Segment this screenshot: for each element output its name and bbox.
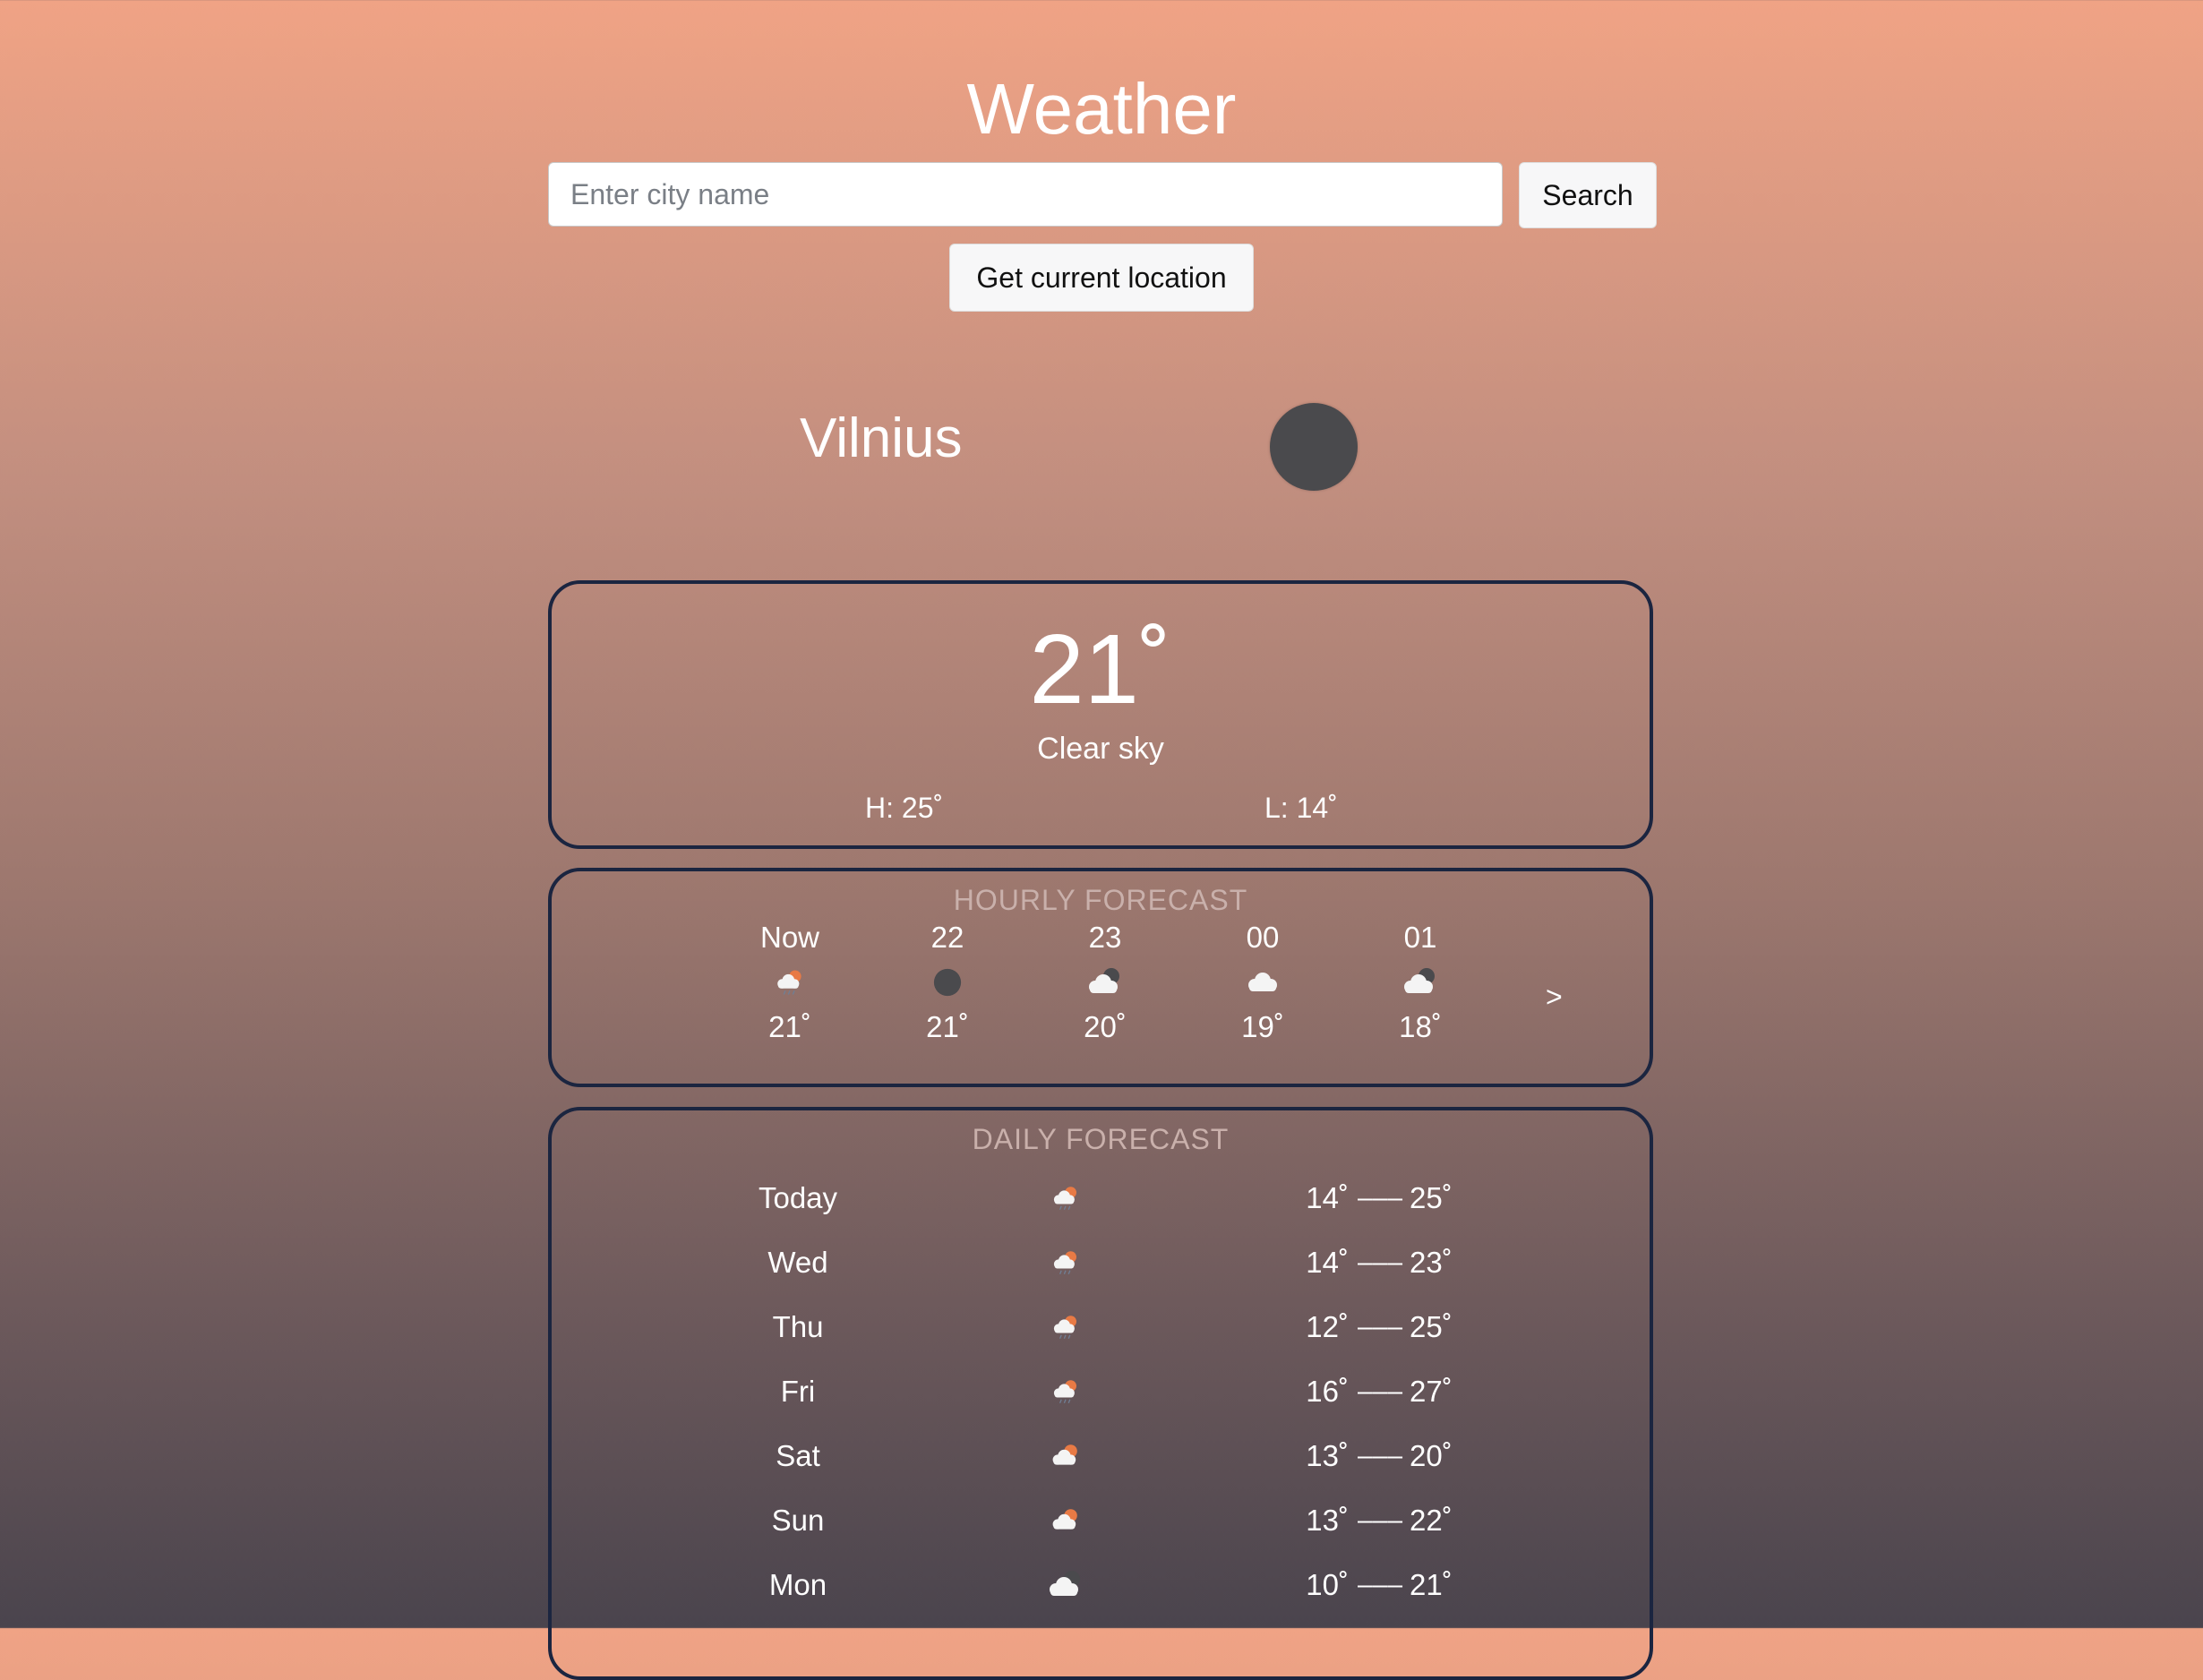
hourly-item: 01 18˚ — [1367, 920, 1474, 1045]
daily-forecast-title: DAILY FORECAST — [972, 1123, 1230, 1155]
day-low-temperature: 14˚ — [1306, 1246, 1349, 1279]
city-name: Vilnius — [800, 407, 963, 469]
hourly-item: Now 21˚ — [736, 920, 844, 1045]
rain-sun-icon — [736, 956, 844, 1009]
day-name: Sun — [771, 1504, 825, 1537]
cloud-moon-icon — [1051, 956, 1159, 1009]
current-weather-card: 21˚ Clear sky H: 25˚ L: 14˚ — [548, 580, 1653, 849]
low-temperature: L: 14˚ — [1264, 792, 1338, 824]
hour-temperature: 18˚ — [1399, 1010, 1442, 1043]
rain-sun-icon — [1039, 1300, 1093, 1354]
day-low-temperature: 10˚ — [1306, 1568, 1349, 1601]
moon-icon — [1270, 403, 1358, 491]
high-temperature: H: 25˚ — [865, 792, 944, 824]
rain-sun-icon — [1039, 1365, 1093, 1419]
rain-sun-icon — [1039, 1171, 1093, 1225]
weather-app: Weather Search Get current location Viln… — [0, 0, 2203, 1680]
daily-row: Thu 12˚ ––– 25˚ — [552, 1300, 1650, 1354]
cloud-icon — [1209, 956, 1316, 1009]
daily-row: Fri 16˚ ––– 27˚ — [552, 1365, 1650, 1419]
hour-label: Now — [759, 921, 820, 954]
search-button[interactable]: Search — [1519, 162, 1657, 228]
cloud-sun-icon — [1039, 1429, 1093, 1483]
city-search-input[interactable] — [548, 162, 1503, 227]
get-current-location-button[interactable]: Get current location — [949, 244, 1254, 312]
hour-label: 22 — [930, 921, 964, 954]
daily-forecast-card: DAILY FORECAST Today 14˚ ––– 25˚ Wed 14˚… — [548, 1107, 1653, 1680]
rain-sun-icon — [1039, 1236, 1093, 1290]
daily-row: Sun 13˚ ––– 22˚ — [552, 1494, 1650, 1547]
day-high-temperature: 27˚ — [1410, 1375, 1453, 1408]
daily-row: Mon 10˚ ––– 21˚ — [552, 1558, 1650, 1612]
page-title: Weather — [966, 69, 1237, 149]
temperature-range-separator: ––– — [1357, 1247, 1403, 1277]
cloud-moon-icon — [1039, 1558, 1093, 1612]
day-high-temperature: 21˚ — [1410, 1568, 1453, 1601]
temperature-range-separator: ––– — [1357, 1570, 1403, 1599]
current-temperature: 21˚ — [1029, 614, 1172, 724]
cloud-sun-icon — [1039, 1494, 1093, 1547]
hour-temperature: 19˚ — [1241, 1010, 1284, 1043]
daily-row: Today 14˚ ––– 25˚ — [552, 1171, 1650, 1225]
day-high-temperature: 22˚ — [1410, 1504, 1453, 1537]
day-high-temperature: 25˚ — [1410, 1310, 1453, 1343]
temperature-range-separator: ––– — [1357, 1312, 1403, 1341]
temperature-range-separator: ––– — [1357, 1183, 1403, 1213]
daily-row: Wed 14˚ ––– 23˚ — [552, 1236, 1650, 1290]
hourly-forecast-card: HOURLY FORECAST Now 21˚ 22 21˚ 23 20˚ 00 — [548, 868, 1653, 1087]
hour-label: 23 — [1088, 921, 1122, 954]
cloud-moon-icon — [1367, 956, 1474, 1009]
hourly-item: 22 21˚ — [894, 920, 1001, 1045]
day-high-temperature: 20˚ — [1410, 1439, 1453, 1472]
hourly-item: 00 19˚ — [1209, 920, 1316, 1045]
current-description: Clear sky — [1037, 732, 1164, 766]
temperature-range-separator: ––– — [1357, 1441, 1403, 1470]
day-name: Mon — [768, 1568, 827, 1601]
day-name: Thu — [772, 1310, 824, 1343]
hourly-next-arrow[interactable]: > — [1546, 979, 1563, 1015]
hour-temperature: 20˚ — [1084, 1010, 1127, 1043]
day-low-temperature: 13˚ — [1306, 1504, 1349, 1537]
day-low-temperature: 14˚ — [1306, 1181, 1349, 1214]
temperature-range-separator: ––– — [1357, 1505, 1403, 1535]
day-high-temperature: 25˚ — [1410, 1181, 1453, 1214]
day-name: Fri — [780, 1375, 816, 1408]
day-low-temperature: 13˚ — [1306, 1439, 1349, 1472]
moon-icon — [894, 956, 1001, 1009]
hour-label: 01 — [1403, 921, 1437, 954]
hourly-item: 23 20˚ — [1051, 920, 1159, 1045]
hour-temperature: 21˚ — [926, 1010, 969, 1043]
day-name: Sat — [776, 1439, 820, 1472]
day-name: Wed — [767, 1246, 828, 1279]
day-low-temperature: 16˚ — [1306, 1375, 1349, 1408]
hourly-forecast-title: HOURLY FORECAST — [953, 884, 1248, 916]
hour-temperature: 21˚ — [768, 1010, 811, 1043]
day-high-temperature: 23˚ — [1410, 1246, 1453, 1279]
daily-row: Sat 13˚ ––– 20˚ — [552, 1429, 1650, 1483]
day-low-temperature: 12˚ — [1306, 1310, 1349, 1343]
temperature-range-separator: ––– — [1357, 1376, 1403, 1406]
day-name: Today — [758, 1181, 838, 1214]
hour-label: 00 — [1246, 921, 1280, 954]
